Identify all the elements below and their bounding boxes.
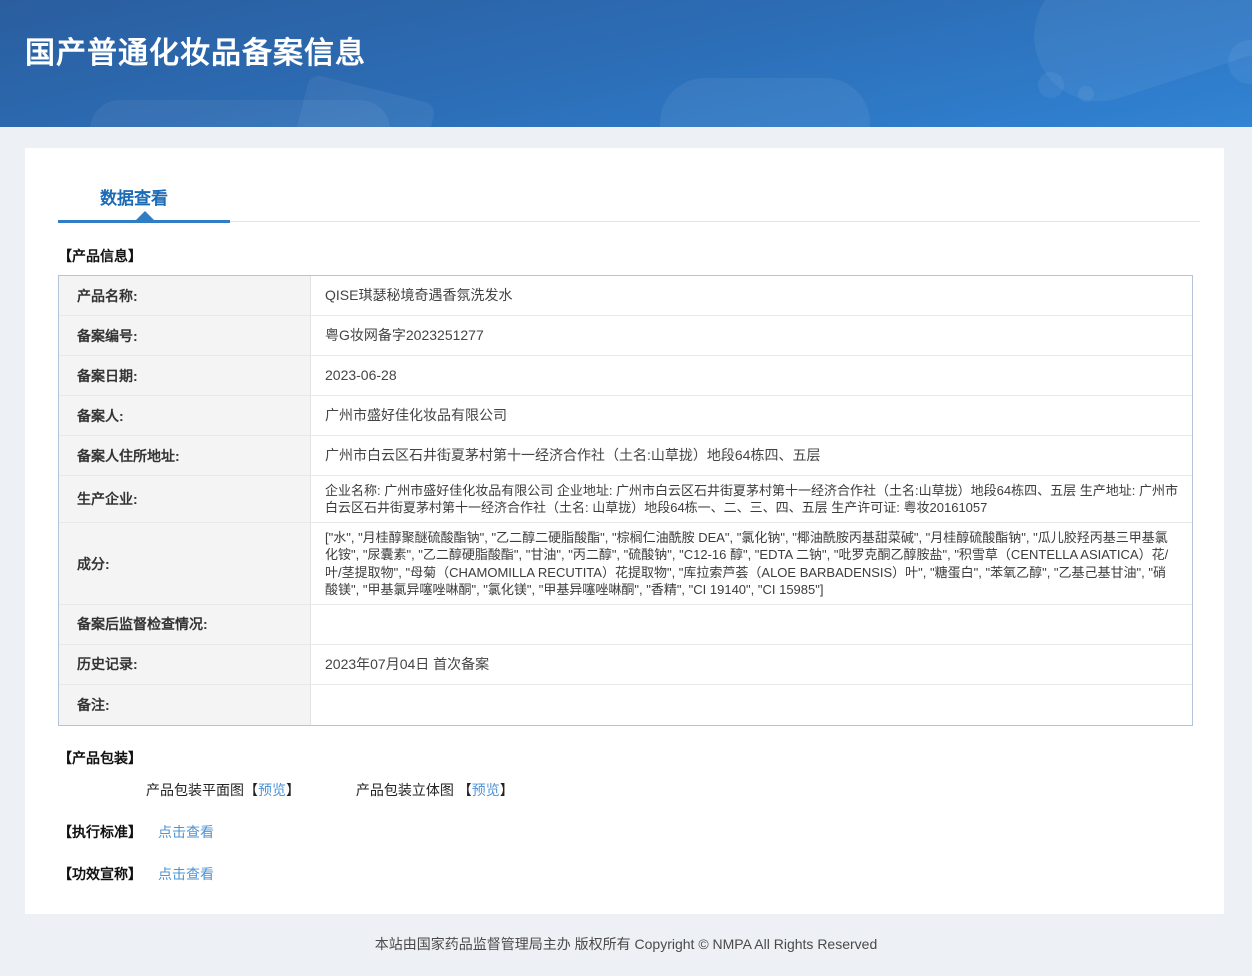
packaging-flat-image-item: 产品包装平面图【预览】 [146,782,300,798]
row-value: 企业名称: 广州市盛好佳化妆品有限公司 企业地址: 广州市白云区石井街夏茅村第十… [325,483,1178,516]
table-row: 历史记录: 2023年07月04日 首次备案 [59,644,1192,685]
banner-decoration [90,100,390,127]
table-row: 备案人: 广州市盛好佳化妆品有限公司 [59,396,1192,436]
row-value: 粤G妆网备字2023251277 [325,327,484,344]
efficacy-line: 【功效宣称】 点击查看 [58,864,1191,884]
row-label: 备案人: [59,396,311,435]
row-label: 成分: [59,523,311,604]
page-banner: 国产普通化妆品备案信息 [0,0,1252,127]
table-row: 备案后监督检查情况: [59,604,1192,645]
banner-decoration [1078,86,1094,102]
packaging-3d-bracket: 】 [499,781,514,798]
table-row: 成分: ["水", "月桂醇聚醚硫酸酯钠", "乙二醇二硬脂酸酯", "棕榈仁油… [59,523,1192,605]
row-value: QISE琪瑟秘境奇遇香氛洗发水 [325,287,513,304]
row-value: 2023年07月04日 首次备案 [325,656,490,673]
packaging-3d-image-item: 产品包装立体图 【预览】 [356,782,514,798]
page-title: 国产普通化妆品备案信息 [25,37,366,70]
row-label: 备注: [59,684,311,725]
standards-title: 【执行标准】 [58,823,142,840]
product-info-table: 产品名称: QISE琪瑟秘境奇遇香氛洗发水 备案编号: 粤G妆网备字202325… [58,275,1193,726]
tab-bar: 数据查看 [58,148,1200,224]
row-label: 产品名称: [59,276,311,315]
row-label: 生产企业: [59,476,311,523]
row-label: 备案日期: [59,356,311,395]
table-row: 备注: [59,684,1192,725]
table-row: 备案人住所地址: 广州市白云区石井街夏茅村第十一经济合作社（土名:山草拢）地段6… [59,436,1192,476]
efficacy-title: 【功效宣称】 [58,865,142,882]
row-label: 备案编号: [59,316,311,355]
table-row: 备案日期: 2023-06-28 [59,356,1192,396]
packaging-flat-label: 产品包装平面图【 [146,781,258,798]
row-value [311,605,1192,644]
table-row: 产品名称: QISE琪瑟秘境奇遇香氛洗发水 [59,276,1192,316]
efficacy-view-link[interactable]: 点击查看 [158,866,214,882]
tab-active-underline [58,220,230,223]
row-label: 历史记录: [59,644,311,684]
table-row: 备案编号: 粤G妆网备字2023251277 [59,316,1192,356]
row-value: 广州市盛好佳化妆品有限公司 [325,407,507,424]
product-info-section-title: 【产品信息】 [58,248,142,264]
packaging-section-title: 【产品包装】 [58,749,142,766]
tab-active-arrow-icon [136,211,154,220]
content-card: 数据查看 【产品信息】 产品名称: QISE琪瑟秘境奇遇香氛洗发水 备案编号: … [25,148,1224,914]
packaging-flat-bracket: 】 [286,781,300,798]
row-label: 备案后监督检查情况: [59,604,311,644]
packaging-flat-preview-link[interactable]: 预览 [258,782,286,798]
tab-data-view[interactable]: 数据查看 [100,184,168,209]
table-row: 生产企业: 企业名称: 广州市盛好佳化妆品有限公司 企业地址: 广州市白云区石井… [59,476,1192,524]
page-footer: 本站由国家药品监督管理局主办 版权所有 Copyright © NMPA All… [374,935,878,952]
packaging-3d-preview-link[interactable]: 预览 [472,782,500,798]
standards-line: 【执行标准】 点击查看 [58,822,1191,842]
banner-decoration [1038,72,1064,98]
banner-decoration [1017,0,1252,119]
row-value [311,685,1192,725]
packaging-3d-label: 产品包装立体图 【 [355,781,472,798]
row-value: 广州市白云区石井街夏茅村第十一经济合作社（土名:山草拢）地段64栋四、五层 [325,447,821,464]
row-label: 备案人住所地址: [59,436,311,475]
row-value: ["水", "月桂醇聚醚硫酸酯钠", "乙二醇二硬脂酸酯", "棕榈仁油酰胺 D… [325,530,1169,597]
standards-view-link[interactable]: 点击查看 [158,824,214,840]
packaging-line: 产品包装平面图【预览】 产品包装立体图 【预览】 [146,780,1191,800]
row-value: 2023-06-28 [325,367,397,384]
banner-decoration [660,78,870,127]
